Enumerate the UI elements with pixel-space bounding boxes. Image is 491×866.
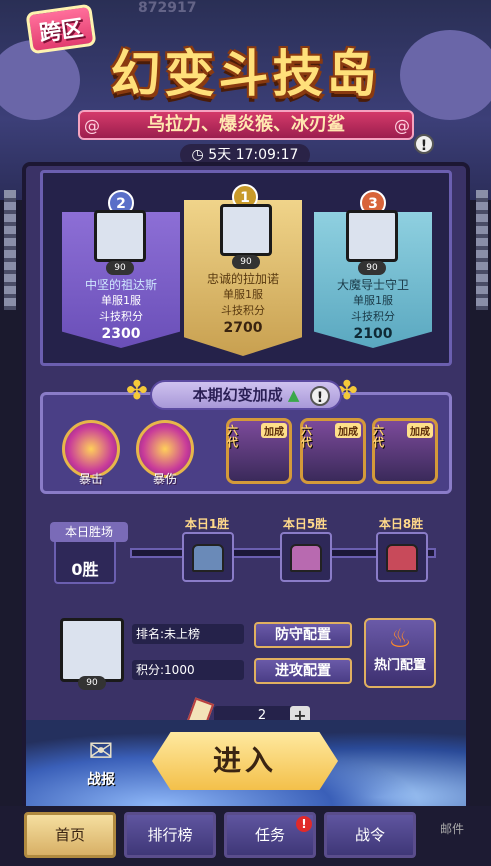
swirl-icon: @ (394, 116, 410, 135)
pet-generation-tag: 六代 (227, 424, 238, 449)
featured-pets-banner: 乌拉力、爆炎猴、冰刃鲨 (78, 110, 414, 140)
crit-skill-label: 暴击 (78, 472, 103, 486)
bonus-title-text: 本期幻变加成 (192, 386, 283, 404)
fire-icon: ♨ (388, 624, 412, 654)
chest-icon (290, 544, 322, 572)
bonus-pet-1[interactable]: 六代 加成 (226, 418, 292, 484)
bonus-pet-2[interactable]: 六代 加成 (300, 418, 366, 484)
rank-1-name: 忠诚的拉加诺 (206, 272, 279, 286)
rank-2-name: 中坚的祖达斯 (84, 278, 157, 292)
milestone-label: 本日5胜 (282, 517, 328, 531)
battle-report-label: 战报 (87, 772, 115, 788)
pet-bonus-badge: 加成 (407, 423, 433, 438)
help-button[interactable]: ! (414, 134, 434, 154)
rank-1-level: 90 (232, 255, 260, 269)
milestone-chest-1[interactable] (182, 532, 234, 582)
rank-1-server: 单服1服 (223, 288, 263, 301)
clock-icon: ◷ (191, 147, 204, 163)
crit-damage-skill-label: 暴伤 (152, 472, 177, 486)
scroll-icon: ✉ (88, 734, 114, 769)
chain-left (4, 190, 16, 310)
player-score: 积分:1000 (132, 660, 244, 680)
ghost-counter: 872917 (138, 0, 197, 16)
rank-2-score: 2300 (101, 326, 141, 342)
rank-3-level: 90 (358, 261, 386, 275)
bonus-info-button[interactable]: ! (310, 386, 330, 406)
rank-3-score: 2100 (353, 326, 393, 342)
chest-icon (386, 544, 418, 572)
chest-icon (192, 544, 224, 572)
arrow-up-icon: ▲ (287, 386, 300, 404)
battle-report-button[interactable]: ✉ 战报 (70, 734, 132, 796)
pet-generation-tag: 六代 (373, 424, 384, 449)
daily-wins-value: 0胜 (71, 560, 99, 579)
rank-3-server: 单服1服 (353, 294, 393, 307)
rank-2-score-label: 斗技积分 (99, 310, 143, 323)
milestone-label: 本日8胜 (378, 517, 424, 531)
rank-1-score: 2700 (223, 320, 263, 336)
chain-right (476, 190, 488, 310)
rank-3-avatar[interactable] (346, 210, 398, 262)
player-rank: 排名:未上榜 (132, 624, 244, 644)
milestone-chest-8[interactable] (376, 532, 428, 582)
pet-bonus-badge: 加成 (261, 423, 287, 438)
defense-config-button[interactable]: 防守配置 (254, 622, 352, 648)
mail-button[interactable]: 邮件 (440, 820, 464, 837)
rank-2-server: 单服1服 (101, 294, 141, 307)
tasks-notification-badge: ! (296, 816, 312, 832)
player-avatar[interactable] (60, 618, 124, 682)
rank-2-level: 90 (106, 261, 134, 275)
tab-home[interactable]: 首页 (24, 812, 116, 858)
milestone-label: 本日1胜 (184, 517, 230, 531)
daily-wins-title: 本日胜场 (50, 522, 128, 542)
event-title: 幻变斗技岛 (110, 45, 381, 103)
attack-config-button[interactable]: 进攻配置 (254, 658, 352, 684)
milestone-chest-5[interactable] (280, 532, 332, 582)
hot-config-label: 热门配置 (373, 658, 426, 673)
swirl-icon: @ (84, 116, 100, 135)
countdown-value: 5天 17:09:17 (208, 147, 299, 163)
rank-1-score-label: 斗技积分 (221, 304, 265, 317)
rank-1-avatar[interactable] (220, 204, 272, 256)
hot-config-button[interactable]: ♨ 热门配置 (364, 618, 436, 688)
player-level: 90 (78, 676, 106, 690)
rank-2-avatar[interactable] (94, 210, 146, 262)
rank-3-name: 大魔导士守卫 (336, 278, 409, 292)
pet-bonus-badge: 加成 (335, 423, 361, 438)
pet-generation-tag: 六代 (301, 424, 312, 449)
bonus-pet-3[interactable]: 六代 加成 (372, 418, 438, 484)
tab-leaderboard[interactable]: 排行榜 (124, 812, 216, 858)
rank-3-score-label: 斗技积分 (351, 310, 395, 323)
tab-battle-pass[interactable]: 战令 (324, 812, 416, 858)
enter-button[interactable]: 进入 (152, 732, 338, 790)
